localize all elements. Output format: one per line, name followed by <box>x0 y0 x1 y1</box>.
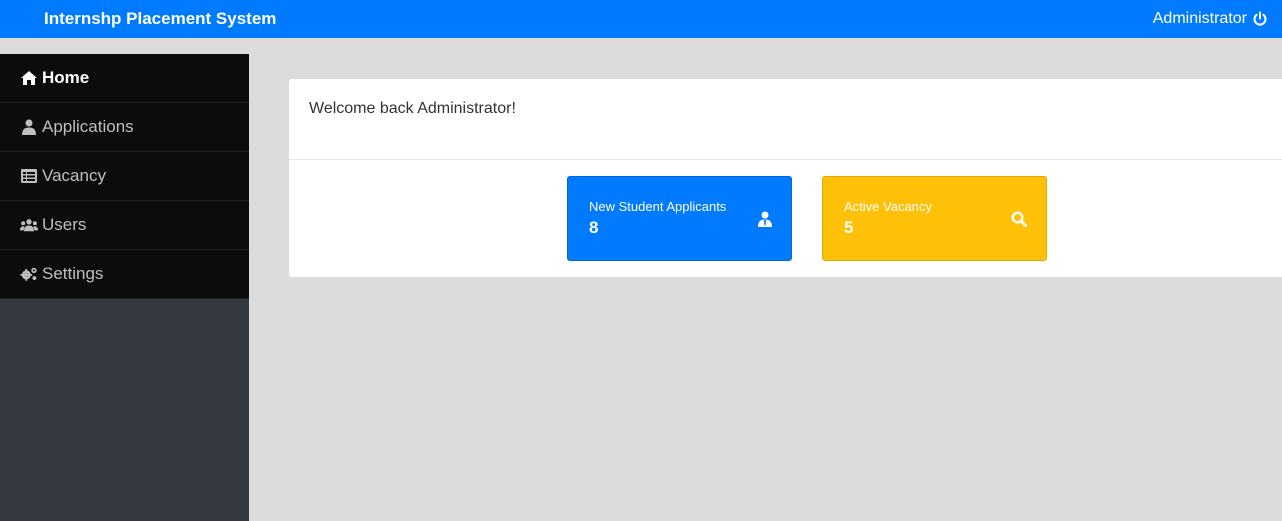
tile-count: 5 <box>844 218 854 237</box>
new-applicants-tile[interactable]: New Student Applicants 8 <box>567 176 792 261</box>
welcome-message: Welcome back Administrator! <box>289 79 1282 160</box>
sidebar-item-vacancy[interactable]: Vacancy <box>0 152 249 201</box>
sidebar-item-label: Vacancy <box>42 166 106 185</box>
user-tie-icon <box>20 118 38 136</box>
user-tie-icon <box>758 211 772 232</box>
sidebar-item-label: Home <box>42 68 90 87</box>
active-vacancy-tile[interactable]: Active Vacancy 5 <box>822 176 1047 261</box>
tile-label: New Student Applicants <box>589 199 727 214</box>
user-name[interactable]: Administrator <box>1153 10 1247 28</box>
user-menu[interactable]: Administrator <box>1153 10 1268 28</box>
sidebar-item-applications[interactable]: Applications <box>0 103 249 152</box>
search-icon <box>1011 211 1027 232</box>
sidebar-item-label: Users <box>42 215 87 234</box>
sidebar-item-home[interactable]: Home <box>0 54 249 103</box>
cogs-icon <box>20 265 38 283</box>
dashboard-card: Welcome back Administrator! New Student … <box>289 79 1282 277</box>
app-title[interactable]: Internshp Placement System <box>44 9 276 29</box>
sidebar-item-settings[interactable]: Settings <box>0 250 249 299</box>
sidebar-item-users[interactable]: Users <box>0 201 249 250</box>
sidebar-item-label: Settings <box>42 264 104 283</box>
list-icon <box>20 167 38 185</box>
top-navbar: Internshp Placement System Administrator <box>0 0 1282 38</box>
tile-label: Active Vacancy <box>844 199 932 214</box>
sidebar-item-label: Applications <box>42 117 134 136</box>
power-icon[interactable] <box>1252 11 1268 27</box>
sidebar: Home Applications Vacancy Users Settings <box>0 54 249 521</box>
users-icon <box>20 216 38 234</box>
sidebar-menu: Home Applications Vacancy Users Settings <box>0 54 249 299</box>
tile-count: 8 <box>589 218 599 237</box>
home-icon <box>20 69 38 87</box>
